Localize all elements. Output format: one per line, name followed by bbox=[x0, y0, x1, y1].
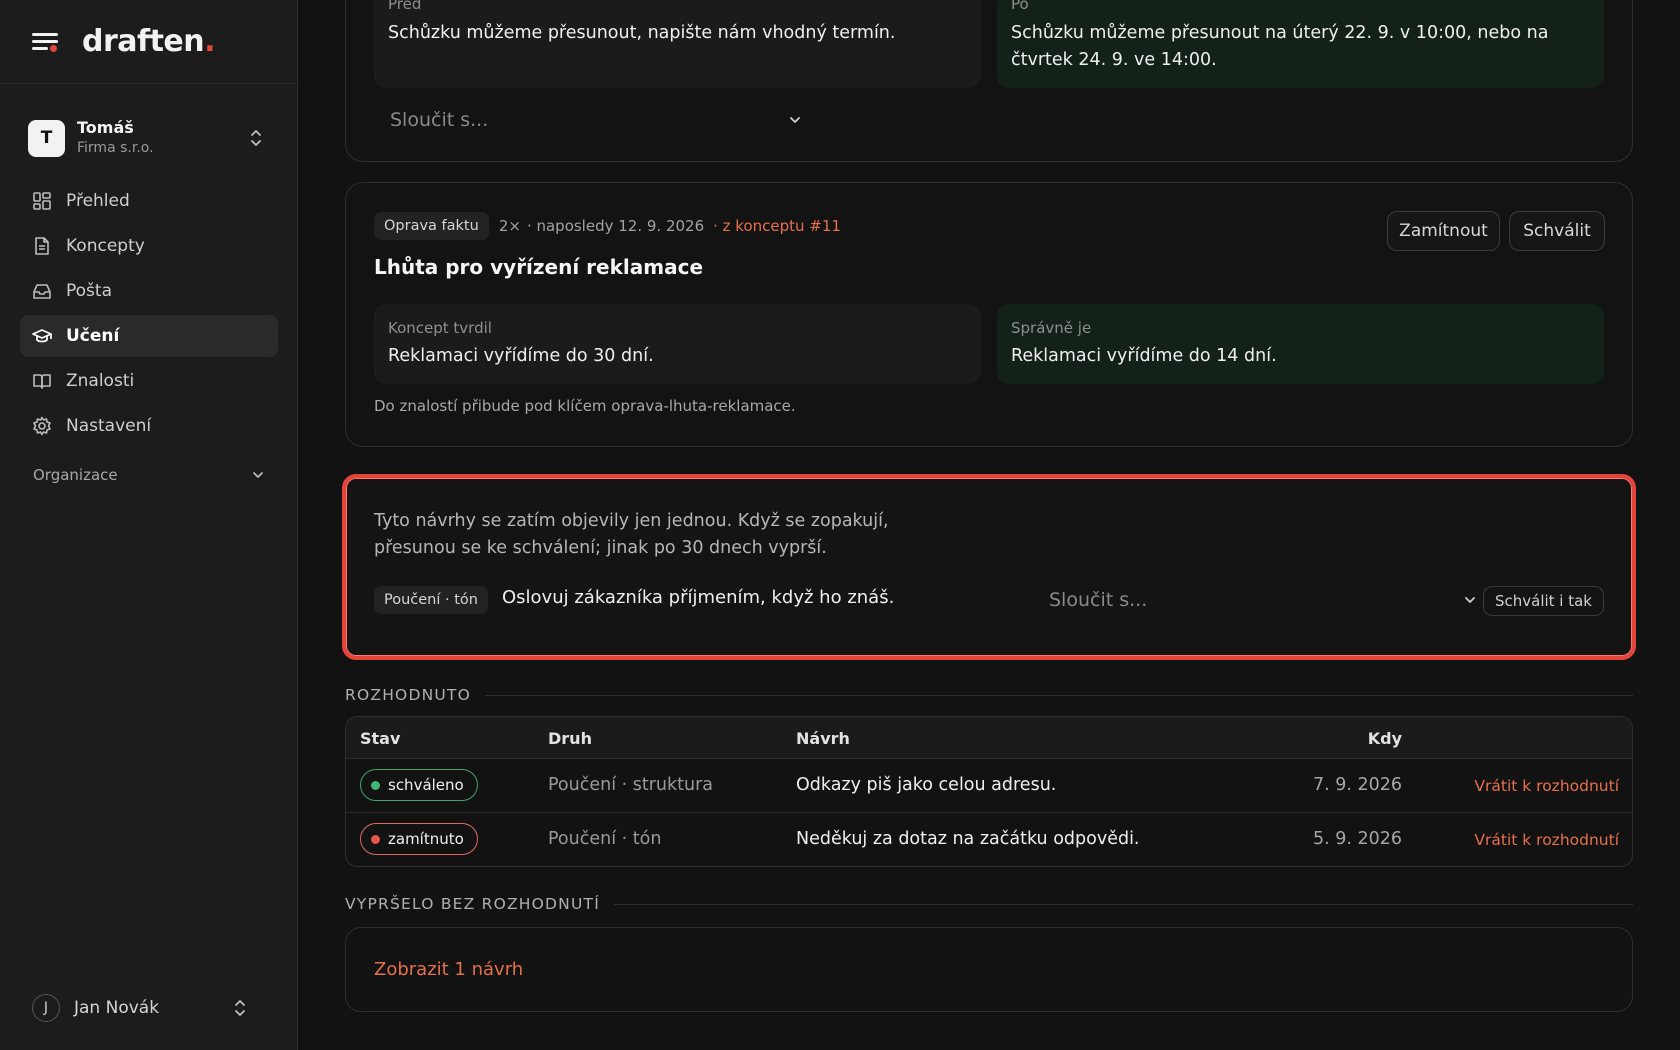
pending-proposal-row: Poučení · tón Oslovuj zákazníka příjmení… bbox=[374, 584, 1604, 616]
row-date: 7. 9. 2026 bbox=[1312, 775, 1402, 795]
correct-box: Správně je Reklamaci vyřídíme do 14 dní. bbox=[997, 304, 1604, 384]
after-label: Po bbox=[1011, 0, 1029, 13]
graduation-cap-icon bbox=[32, 329, 52, 343]
account-org: Firma s.r.o. bbox=[77, 140, 154, 156]
last-seen: · naposledy 12. 9. 2026 bbox=[526, 217, 705, 235]
fact-correction-card: Oprava faktu 2× · naposledy 12. 9. 2026 … bbox=[345, 182, 1633, 447]
sidebar-item-label: Učení bbox=[66, 326, 120, 346]
pending-proposals-card: Tyto návrhy se zatím objevily jen jednou… bbox=[342, 474, 1636, 660]
sidebar-item-koncepty[interactable]: Koncepty bbox=[20, 225, 278, 267]
revert-decision-link[interactable]: Vrátit k rozhodnutí bbox=[1474, 831, 1619, 849]
gear-icon bbox=[33, 416, 51, 436]
row-date: 5. 9. 2026 bbox=[1312, 829, 1402, 849]
before-text: Schůzku můžeme přesunout, napište nám vh… bbox=[388, 23, 896, 43]
row-proposal: Odkazy piš jako celou adresu. bbox=[796, 775, 1057, 795]
section-title: VYPRŠELO BEZ ROZHODNUTÍ bbox=[345, 895, 600, 913]
decided-heading: ROZHODNUTO bbox=[345, 686, 1633, 704]
brand-name: draften bbox=[82, 24, 205, 59]
merge-select[interactable]: Sloučit s... bbox=[1049, 585, 1477, 615]
status-text: zamítnuto bbox=[388, 830, 464, 848]
approve-anyway-button[interactable]: Schválit i tak bbox=[1482, 586, 1604, 616]
table-header: Stav Druh Návrh Kdy bbox=[346, 717, 1632, 759]
sidebar-item-label: Koncepty bbox=[66, 236, 145, 256]
menu-icon[interactable] bbox=[32, 31, 60, 53]
change-proposal-card: Před Schůzku můžeme přesunout, napište n… bbox=[345, 0, 1633, 162]
knowledge-note: Do znalostí přibude pod klíčem oprava-lh… bbox=[374, 397, 796, 415]
account-name: Tomáš bbox=[77, 118, 134, 137]
status-dot bbox=[371, 780, 380, 790]
reject-button[interactable]: Zamítnout bbox=[1387, 211, 1500, 251]
user-avatar: J bbox=[32, 994, 60, 1022]
approve-button[interactable]: Schválit bbox=[1509, 211, 1605, 251]
organization-section-toggle[interactable]: Organizace bbox=[33, 466, 265, 484]
sidebar: draften. T Tomáš Firma s.r.o. Přehled Ko… bbox=[0, 0, 298, 1050]
expired-heading: VYPRŠELO BEZ ROZHODNUTÍ bbox=[345, 895, 1633, 913]
column-status: Stav bbox=[360, 729, 401, 748]
merge-select-value: Sloučit s... bbox=[1049, 589, 1148, 611]
status-badge: schváleno bbox=[360, 769, 478, 801]
correct-text: Reklamaci vyřídíme do 14 dní. bbox=[1011, 346, 1277, 366]
chevron-down-icon bbox=[253, 472, 263, 478]
table-row: schváleno Poučení · struktura Odkazy piš… bbox=[346, 759, 1632, 813]
column-proposal: Návrh bbox=[796, 729, 850, 748]
column-when: Kdy bbox=[1367, 729, 1402, 748]
book-icon bbox=[33, 374, 51, 389]
inbox-icon bbox=[33, 284, 51, 299]
document-icon bbox=[35, 237, 49, 255]
row-proposal: Neděkuj za dotaz na začátku odpovědi. bbox=[796, 829, 1140, 849]
expired-card: Zobrazit 1 návrh bbox=[345, 927, 1633, 1012]
brand-dot: . bbox=[204, 24, 216, 59]
merge-select-value: Sloučit s... bbox=[390, 109, 489, 131]
pending-explanation: Tyto návrhy se zatím objevily jen jednou… bbox=[374, 511, 889, 558]
sidebar-item-label: Přehled bbox=[66, 191, 130, 211]
chevron-updown-icon bbox=[251, 130, 261, 146]
sidebar-item-posta[interactable]: Pošta bbox=[20, 270, 278, 312]
decided-table: Stav Druh Návrh Kdy schváleno Poučení · … bbox=[345, 716, 1633, 867]
source-draft-link[interactable]: · z konceptu #11 bbox=[713, 217, 841, 235]
correct-label: Správně je bbox=[1011, 319, 1092, 337]
sidebar-item-prehled[interactable]: Přehled bbox=[20, 180, 278, 222]
occurrence-count: 2× bbox=[498, 217, 521, 235]
table-row: zamítnuto Poučení · tón Neděkuj za dotaz… bbox=[346, 813, 1632, 866]
claimed-label: Koncept tvrdil bbox=[388, 319, 492, 337]
chevron-updown-icon bbox=[235, 1000, 245, 1016]
before-box: Před Schůzku můžeme přesunout, napište n… bbox=[374, 0, 981, 88]
proposal-text: Oslovuj zákazníka příjmením, když ho zná… bbox=[502, 587, 895, 608]
chevron-down-icon bbox=[1465, 597, 1475, 603]
dashboard-icon bbox=[33, 192, 51, 210]
account-avatar: T bbox=[28, 119, 65, 157]
sidebar-item-label: Nastavení bbox=[66, 416, 152, 436]
user-menu[interactable]: J Jan Novák bbox=[32, 993, 272, 1023]
fact-title: Lhůta pro vyřízení reklamace bbox=[374, 255, 704, 279]
claimed-text: Reklamaci vyřídíme do 30 dní. bbox=[388, 346, 654, 366]
sidebar-item-label: Pošta bbox=[66, 281, 112, 301]
section-label: Organizace bbox=[33, 466, 118, 484]
sidebar-item-znalosti[interactable]: Znalosti bbox=[20, 360, 278, 402]
kind-tag: Oprava faktu bbox=[374, 212, 489, 240]
user-name: Jan Novák bbox=[74, 998, 160, 1018]
row-kind: Poučení · tón bbox=[548, 829, 662, 849]
chevron-down-icon bbox=[790, 117, 800, 123]
sidebar-item-label: Znalosti bbox=[66, 371, 135, 391]
revert-decision-link[interactable]: Vrátit k rozhodnutí bbox=[1474, 777, 1619, 795]
status-dot bbox=[371, 834, 380, 844]
claimed-box: Koncept tvrdil Reklamaci vyřídíme do 30 … bbox=[374, 304, 981, 384]
kind-tag: Poučení · tón bbox=[374, 586, 488, 614]
row-kind: Poučení · struktura bbox=[548, 775, 714, 795]
account-switcher[interactable]: T Tomáš Firma s.r.o. bbox=[28, 116, 272, 160]
sidebar-nav: Přehled Koncepty Pošta Učení Znalosti Na… bbox=[20, 180, 278, 450]
status-badge: zamítnuto bbox=[360, 823, 478, 855]
merge-select[interactable]: Sloučit s... bbox=[390, 105, 802, 135]
sidebar-item-nastaveni[interactable]: Nastavení bbox=[20, 405, 278, 447]
show-expired-link[interactable]: Zobrazit 1 návrh bbox=[374, 959, 523, 980]
sidebar-item-uceni[interactable]: Učení bbox=[20, 315, 278, 357]
brand-bar: draften. bbox=[0, 0, 297, 84]
before-label: Před bbox=[388, 0, 422, 13]
after-box: Po Schůzku můžeme přesunout na úterý 22.… bbox=[997, 0, 1604, 88]
brand-logo[interactable]: draften. bbox=[82, 24, 216, 59]
section-title: ROZHODNUTO bbox=[345, 686, 471, 704]
after-text: Schůzku můžeme přesunout na úterý 22. 9.… bbox=[1011, 23, 1549, 70]
column-kind: Druh bbox=[548, 729, 592, 748]
status-text: schváleno bbox=[388, 776, 464, 794]
